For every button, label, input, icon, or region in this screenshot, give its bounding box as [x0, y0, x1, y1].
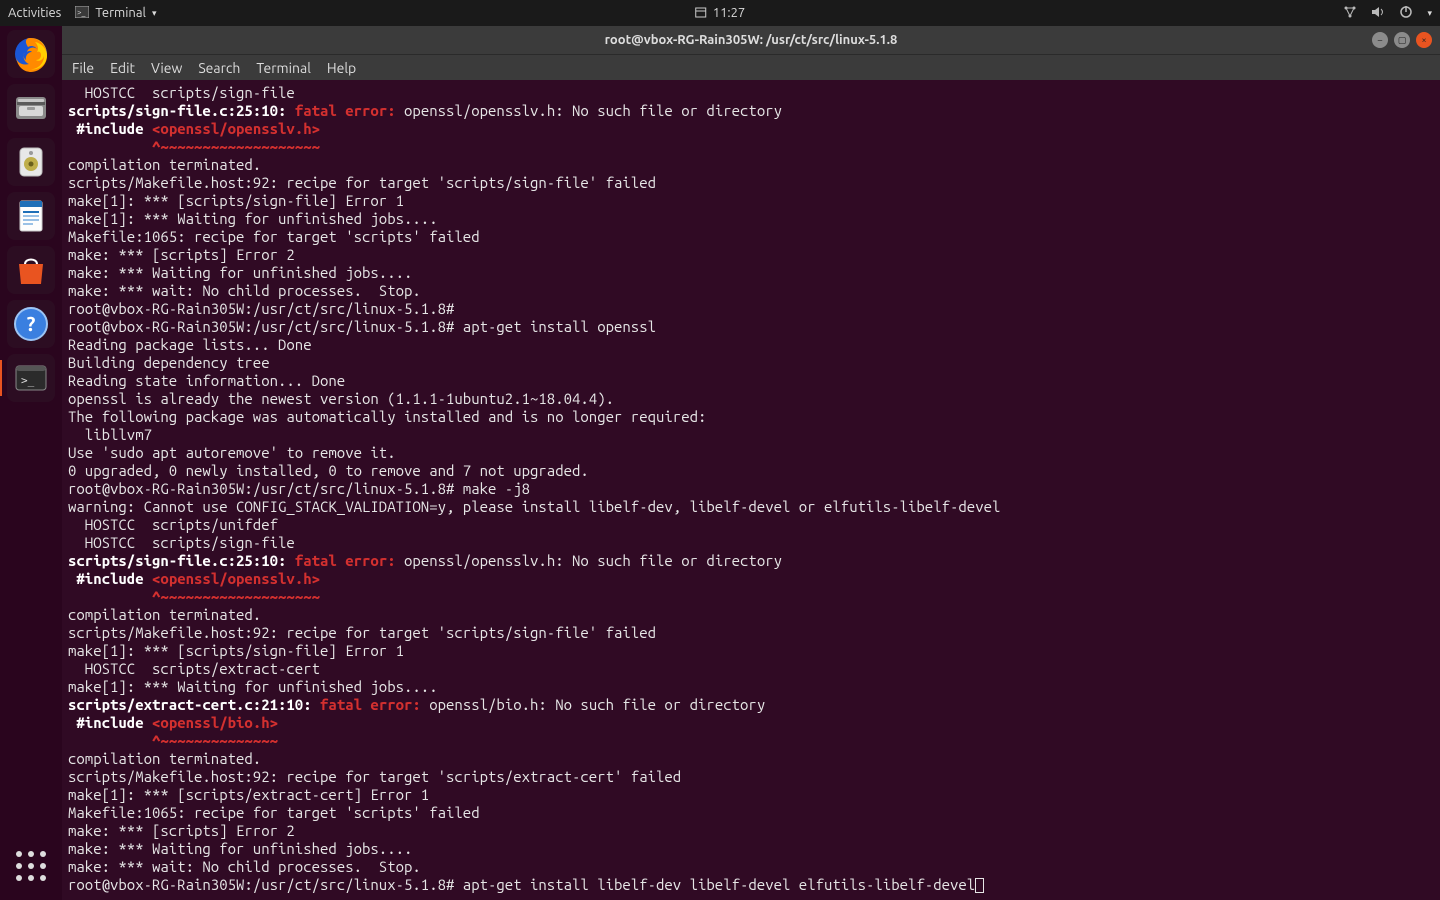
terminal-line: scripts/sign-file.c:25:10: fatal error: … — [68, 552, 1434, 570]
terminal-line: scripts/Makefile.host:92: recipe for tar… — [68, 768, 1434, 786]
terminal-line: ^~~~~~~~~~~~~~~ — [68, 732, 1434, 750]
sound-icon[interactable] — [1371, 5, 1385, 22]
firefox-icon — [11, 34, 51, 74]
terminal-line: compilation terminated. — [68, 750, 1434, 768]
terminal-line: make: *** Waiting for unfinished jobs...… — [68, 840, 1434, 858]
terminal-line: root@vbox-RG-Rain305W:/usr/ct/src/linux-… — [68, 300, 1434, 318]
gnome-topbar: Activities >_ Terminal ▾ 11:27 ▾ — [0, 0, 1440, 26]
system-menu-chevron-icon[interactable]: ▾ — [1427, 8, 1432, 19]
terminal-line: scripts/extract-cert.c:21:10: fatal erro… — [68, 696, 1434, 714]
terminal-line: #include <openssl/bio.h> — [68, 714, 1434, 732]
shopping-bag-icon — [11, 250, 51, 290]
clock-icon — [695, 6, 707, 21]
menubar: File Edit View Search Terminal Help — [62, 54, 1440, 80]
terminal-line: scripts/Makefile.host:92: recipe for tar… — [68, 624, 1434, 642]
terminal-line: scripts/Makefile.host:92: recipe for tar… — [68, 174, 1434, 192]
terminal-line: make: *** [scripts] Error 2 — [68, 246, 1434, 264]
terminal-line: make: *** wait: No child processes. Stop… — [68, 282, 1434, 300]
window-titlebar[interactable]: root@vbox-RG-Rain305W: /usr/ct/src/linux… — [62, 26, 1440, 54]
help-icon: ? — [11, 304, 51, 344]
window-title: root@vbox-RG-Rain305W: /usr/ct/src/linux… — [605, 33, 898, 47]
dock-item-help[interactable]: ? — [7, 300, 55, 348]
terminal-line: openssl is already the newest version (1… — [68, 390, 1434, 408]
terminal-line: The following package was automatically … — [68, 408, 1434, 426]
terminal-line: HOSTCC scripts/extract-cert — [68, 660, 1434, 678]
menu-view[interactable]: View — [151, 60, 182, 76]
menu-help[interactable]: Help — [327, 60, 356, 76]
power-icon[interactable] — [1399, 5, 1413, 22]
dock: ? >_ — [0, 26, 62, 900]
terminal-line: Makefile:1065: recipe for target 'script… — [68, 228, 1434, 246]
terminal-line: ^~~~~~~~~~~~~~~~~~~~ — [68, 588, 1434, 606]
terminal-line: Reading state information... Done — [68, 372, 1434, 390]
svg-text:>_: >_ — [77, 8, 86, 17]
terminal-line: Use 'sudo apt autoremove' to remove it. — [68, 444, 1434, 462]
terminal-line: #include <openssl/opensslv.h> — [68, 120, 1434, 138]
maximize-button[interactable]: ▢ — [1394, 32, 1410, 48]
speaker-icon — [11, 142, 51, 182]
terminal-small-icon: >_ — [75, 6, 89, 21]
terminal-line: scripts/sign-file.c:25:10: fatal error: … — [68, 102, 1434, 120]
terminal-line: make[1]: *** Waiting for unfinished jobs… — [68, 678, 1434, 696]
chevron-down-icon: ▾ — [152, 8, 157, 19]
terminal-line: make: *** Waiting for unfinished jobs...… — [68, 264, 1434, 282]
menu-file[interactable]: File — [72, 60, 94, 76]
close-button[interactable]: × — [1416, 32, 1432, 48]
clock-text: 11:27 — [713, 6, 746, 20]
terminal-icon: >_ — [11, 358, 51, 398]
svg-text:?: ? — [27, 312, 36, 335]
terminal-line: make[1]: *** [scripts/sign-file] Error 1 — [68, 192, 1434, 210]
menu-edit[interactable]: Edit — [110, 60, 135, 76]
terminal-line: warning: Cannot use CONFIG_STACK_VALIDAT… — [68, 498, 1434, 516]
dock-item-software[interactable] — [7, 246, 55, 294]
terminal-line: root@vbox-RG-Rain305W:/usr/ct/src/linux-… — [68, 480, 1434, 498]
network-icon[interactable] — [1343, 5, 1357, 22]
terminal-cursor — [975, 878, 984, 893]
dock-item-writer[interactable] — [7, 192, 55, 240]
dock-item-rhythmbox[interactable] — [7, 138, 55, 186]
document-icon — [11, 196, 51, 236]
terminal-line: compilation terminated. — [68, 606, 1434, 624]
terminal-line: ^~~~~~~~~~~~~~~~~~~~ — [68, 138, 1434, 156]
terminal-line: #include <openssl/opensslv.h> — [68, 570, 1434, 588]
clock[interactable]: 11:27 — [695, 6, 746, 21]
activities-button[interactable]: Activities — [8, 6, 61, 20]
menu-search[interactable]: Search — [198, 60, 240, 76]
files-icon — [11, 88, 51, 128]
dock-item-files[interactable] — [7, 84, 55, 132]
menu-terminal[interactable]: Terminal — [256, 60, 311, 76]
terminal-line: HOSTCC scripts/unifdef — [68, 516, 1434, 534]
minimize-button[interactable]: – — [1372, 32, 1388, 48]
app-menu[interactable]: >_ Terminal ▾ — [75, 6, 156, 21]
terminal-line: make[1]: *** Waiting for unfinished jobs… — [68, 210, 1434, 228]
app-menu-label: Terminal — [95, 6, 146, 20]
terminal-line: make[1]: *** [scripts/extract-cert] Erro… — [68, 786, 1434, 804]
terminal-line: HOSTCC scripts/sign-file — [68, 534, 1434, 552]
terminal-output[interactable]: HOSTCC scripts/sign-filescripts/sign-fil… — [62, 80, 1440, 900]
terminal-line: Makefile:1065: recipe for target 'script… — [68, 804, 1434, 822]
terminal-line: root@vbox-RG-Rain305W:/usr/ct/src/linux-… — [68, 318, 1434, 336]
dock-item-firefox[interactable] — [7, 30, 55, 78]
svg-text:>_: >_ — [21, 374, 35, 387]
terminal-line: libllvm7 — [68, 426, 1434, 444]
terminal-line: make[1]: *** [scripts/sign-file] Error 1 — [68, 642, 1434, 660]
show-applications-button[interactable] — [7, 842, 55, 890]
terminal-line: Building dependency tree — [68, 354, 1434, 372]
terminal-window: root@vbox-RG-Rain305W: /usr/ct/src/linux… — [62, 26, 1440, 900]
terminal-line: root@vbox-RG-Rain305W:/usr/ct/src/linux-… — [68, 876, 1434, 894]
terminal-line: 0 upgraded, 0 newly installed, 0 to remo… — [68, 462, 1434, 480]
dock-item-terminal[interactable]: >_ — [7, 354, 55, 402]
terminal-line: Reading package lists... Done — [68, 336, 1434, 354]
terminal-line: HOSTCC scripts/sign-file — [68, 84, 1434, 102]
terminal-line: make: *** wait: No child processes. Stop… — [68, 858, 1434, 876]
terminal-line: compilation terminated. — [68, 156, 1434, 174]
terminal-line: make: *** [scripts] Error 2 — [68, 822, 1434, 840]
